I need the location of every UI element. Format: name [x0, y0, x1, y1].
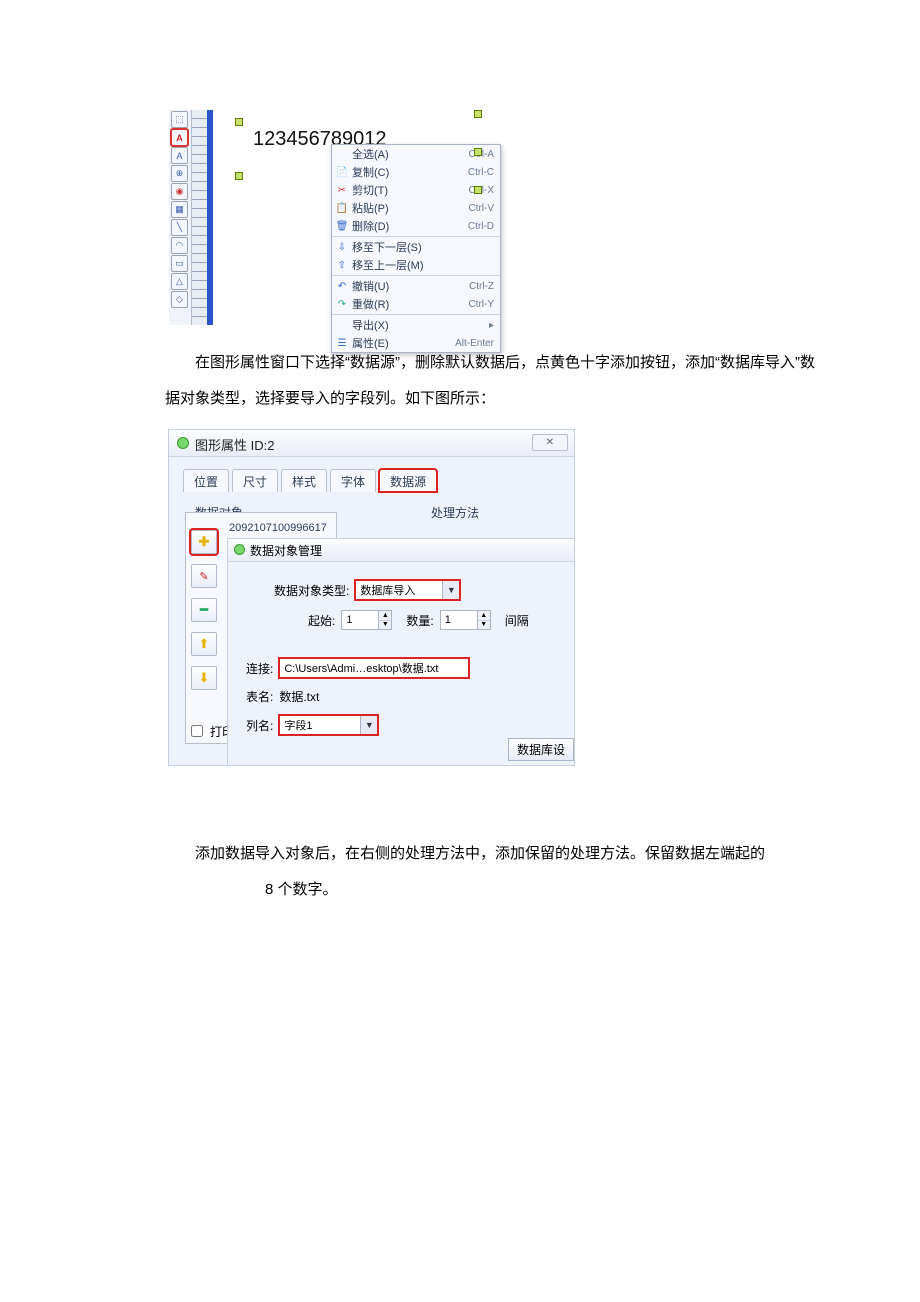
menu-properties[interactable]: ☰属性(E)Alt-Enter: [332, 334, 500, 352]
column-value: 字段1: [279, 715, 361, 735]
tab-size[interactable]: 尺寸: [232, 469, 278, 492]
process-method-label: 处理方法: [431, 504, 479, 521]
side-toolbar: ⬚ A A ⊕ ◉ ▦ ╲ ◠ ▭ △ ◇: [171, 110, 188, 309]
type-label: 数据对象类型:: [274, 582, 349, 599]
type-combo[interactable]: 数据库导入 ▼: [355, 580, 460, 600]
move-down-button[interactable]: ⬇: [191, 666, 217, 690]
remove-button[interactable]: ━: [191, 598, 217, 622]
tool-arc-icon[interactable]: ◠: [171, 237, 188, 254]
menu-export[interactable]: 导出(X)▸: [332, 316, 500, 334]
chevron-down-icon: ▼: [361, 715, 378, 735]
arrow-down-icon: ⬇: [199, 670, 210, 686]
properties-icon: ☰: [336, 338, 348, 349]
close-icon: ✕: [546, 437, 554, 448]
canvas-area[interactable]: 123456789012 全选(A)Ctrl-A 📄复制(C)Ctrl-C ✂剪…: [213, 110, 499, 325]
menu-separator: [332, 314, 500, 315]
menu-move-down[interactable]: ⇩移至下一层(S): [332, 238, 500, 256]
delete-icon: 🗑: [336, 221, 348, 232]
tab-datasource[interactable]: 数据源: [379, 469, 437, 492]
print-checkbox[interactable]: [191, 725, 203, 737]
sub-titlebar[interactable]: 数据对象管理: [228, 539, 574, 562]
menu-undo[interactable]: ↶撤销(U)Ctrl-Z: [332, 277, 500, 295]
cut-icon: ✂: [336, 185, 348, 196]
tool-plus-icon[interactable]: ⊕: [171, 165, 188, 182]
move-up-button[interactable]: ⬆: [191, 632, 217, 656]
selection-handle[interactable]: [474, 148, 482, 156]
menu-redo[interactable]: ↷重做(R)Ctrl-Y: [332, 295, 500, 313]
tab-position[interactable]: 位置: [183, 469, 229, 492]
tool-triangle-icon[interactable]: △: [171, 273, 188, 290]
editor-screenshot-1: ⬚ A A ⊕ ◉ ▦ ╲ ◠ ▭ △ ◇ 123456789012 全选(A)…: [169, 110, 499, 325]
paste-icon: 📋: [336, 203, 348, 214]
tool-diamond-icon[interactable]: ◇: [171, 291, 188, 308]
tool-line-icon[interactable]: ╲: [171, 219, 188, 236]
interval-label: 间隔: [505, 612, 529, 629]
vertical-ruler: [191, 110, 208, 325]
selection-handle[interactable]: [474, 186, 482, 194]
sub-title: 数据对象管理: [250, 542, 322, 559]
side-button-column: ✚ ✎ ━ ⬆ ⬇: [191, 530, 219, 690]
tool-text-icon[interactable]: A: [171, 129, 188, 146]
pencil-icon: ✎: [199, 570, 208, 583]
copy-icon: 📄: [336, 167, 348, 178]
table-label: 表名:: [246, 688, 273, 705]
tool-image-icon[interactable]: ▦: [171, 201, 188, 218]
selection-handle[interactable]: [235, 172, 243, 180]
menu-move-up[interactable]: ⇧移至上一层(M): [332, 256, 500, 274]
tab-bar: 位置 尺寸 样式 字体 数据源: [183, 469, 574, 492]
column-combo[interactable]: 字段1 ▼: [279, 715, 378, 735]
close-button[interactable]: ✕: [532, 434, 568, 451]
undo-icon: ↶: [336, 281, 348, 292]
table-value: 数据.txt: [279, 688, 319, 705]
start-label: 起始:: [308, 612, 335, 629]
spinner-arrows-icon: ▲▼: [478, 610, 491, 630]
tool-rect-icon[interactable]: ▭: [171, 255, 188, 272]
type-value: 数据库导入: [355, 580, 443, 600]
redo-icon: ↷: [336, 299, 348, 310]
dialog-titlebar[interactable]: 图形属性 ID:2 ✕: [169, 430, 574, 457]
count-spinner[interactable]: 1 ▲▼: [440, 610, 491, 630]
tool-pointer-icon[interactable]: ⬚: [171, 111, 188, 128]
start-spinner[interactable]: 1 ▲▼: [341, 610, 392, 630]
window-dot-icon: [177, 437, 189, 449]
count-label: 数量:: [406, 612, 433, 629]
data-object-manage-dialog: 数据对象管理 数据对象类型: 数据库导入 ▼ 起始: 1 ▲▼ 数量: 1 ▲▼: [227, 538, 574, 765]
menu-separator: [332, 275, 500, 276]
plus-icon: ✚: [199, 534, 210, 550]
selection-handle[interactable]: [474, 110, 482, 118]
layer-down-icon: ⇩: [336, 242, 348, 253]
tab-style[interactable]: 样式: [281, 469, 327, 492]
tool-text-outline-icon[interactable]: A: [171, 147, 188, 164]
instruction-paragraph-2: 添加数据导入对象后，在右侧的处理方法中，添加保留的处理方法。保留数据左端起的 8…: [165, 836, 820, 908]
spinner-arrows-icon: ▲▼: [379, 610, 392, 630]
layer-up-icon: ⇧: [336, 260, 348, 271]
menu-separator: [332, 236, 500, 237]
db-settings-button[interactable]: 数据库设: [508, 738, 574, 761]
chevron-down-icon: ▼: [443, 580, 460, 600]
link-label: 连接:: [246, 660, 273, 677]
count-value: 1: [440, 610, 478, 630]
arrow-up-icon: ⬆: [199, 636, 210, 652]
selection-handles-right: [474, 110, 482, 224]
tab-font[interactable]: 字体: [330, 469, 376, 492]
column-label: 列名:: [246, 717, 273, 734]
start-value: 1: [341, 610, 379, 630]
minus-icon: ━: [200, 602, 208, 618]
tool-stamp-icon[interactable]: ◉: [171, 183, 188, 200]
instruction-paragraph-1: 在图形属性窗口下选择“数据源”，删除默认数据后，点黄色十字添加按钮，添加“数据库…: [165, 345, 820, 417]
dialog-title: 图形属性 ID:2: [195, 435, 274, 454]
add-button[interactable]: ✚: [191, 530, 217, 554]
window-dot-icon: [234, 544, 245, 555]
data-value-text: 2092107100996617: [229, 522, 327, 534]
edit-button[interactable]: ✎: [191, 564, 217, 588]
properties-dialog: 图形属性 ID:2 ✕ 位置 尺寸 样式 字体 数据源 数据对象 处理方法 20…: [168, 429, 575, 766]
link-input[interactable]: C:\Users\Admi…esktop\数据.txt: [279, 658, 469, 678]
selection-handle[interactable]: [235, 118, 243, 126]
